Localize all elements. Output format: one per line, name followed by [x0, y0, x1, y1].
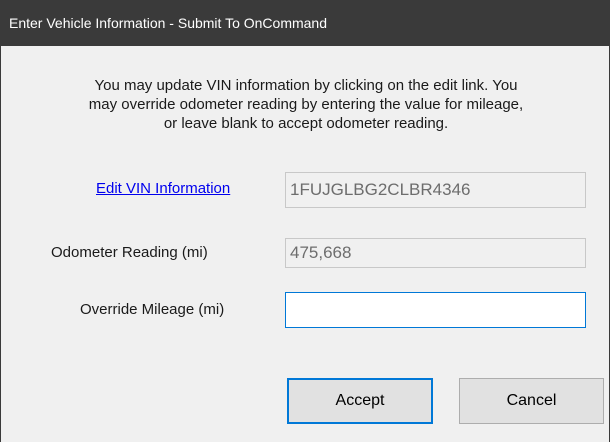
override-mileage-label: Override Mileage (mi) — [80, 301, 225, 318]
edit-vin-link[interactable]: Edit VIN Information — [96, 180, 230, 197]
odometer-value: 475,668 — [290, 243, 352, 262]
instruction-line-3: or leave blank to accept odometer readin… — [163, 115, 449, 132]
cancel-button[interactable]: Cancel — [459, 378, 604, 424]
odometer-label: Odometer Reading (mi) — [51, 244, 208, 261]
dialog-window: Enter Vehicle Information - Submit To On… — [0, 0, 610, 442]
accept-button[interactable]: Accept — [287, 378, 433, 424]
instruction-message: You may update VIN information by clicki… — [41, 76, 571, 133]
window-title: Enter Vehicle Information - Submit To On… — [1, 0, 609, 46]
instruction-line-2: may override odometer reading by enterin… — [88, 96, 524, 113]
vin-value: 1FUJGLBG2CLBR4346 — [290, 180, 471, 199]
override-mileage-input[interactable] — [285, 292, 586, 328]
vin-field: 1FUJGLBG2CLBR4346 — [285, 172, 586, 208]
odometer-field: 475,668 — [285, 238, 586, 268]
instruction-line-1: You may update VIN information by clicki… — [94, 77, 518, 94]
